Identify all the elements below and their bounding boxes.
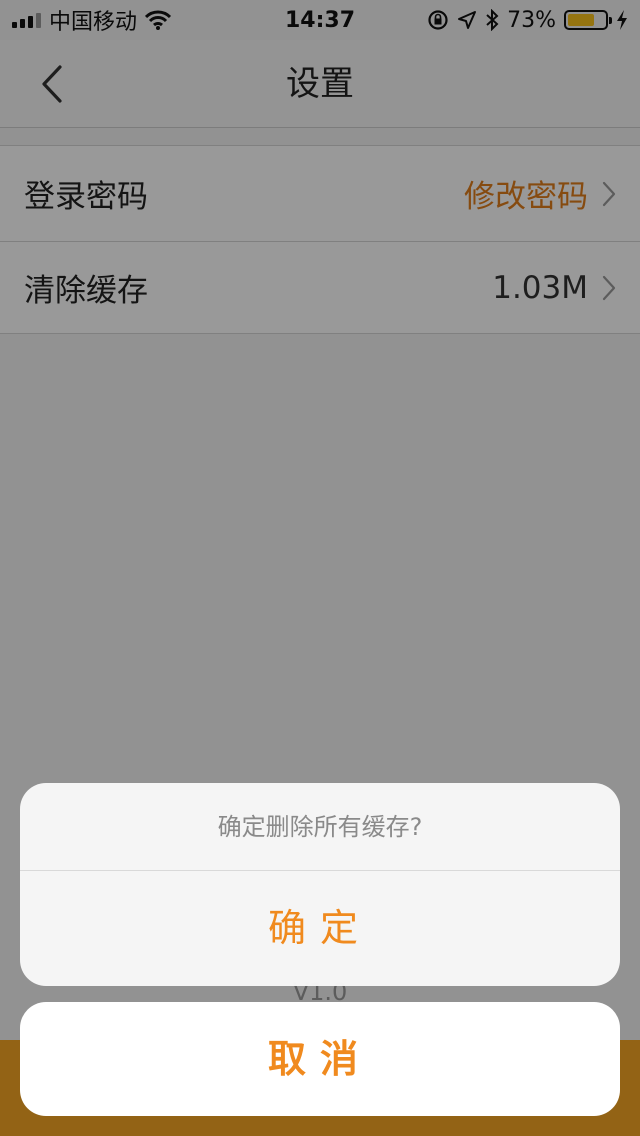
confirm-button[interactable]: 确定 — [20, 871, 620, 986]
action-sheet: 确定删除所有缓存? 确定 — [20, 783, 620, 986]
action-sheet-message: 确定删除所有缓存? — [20, 783, 620, 871]
cancel-button[interactable]: 取消 — [20, 1002, 620, 1116]
